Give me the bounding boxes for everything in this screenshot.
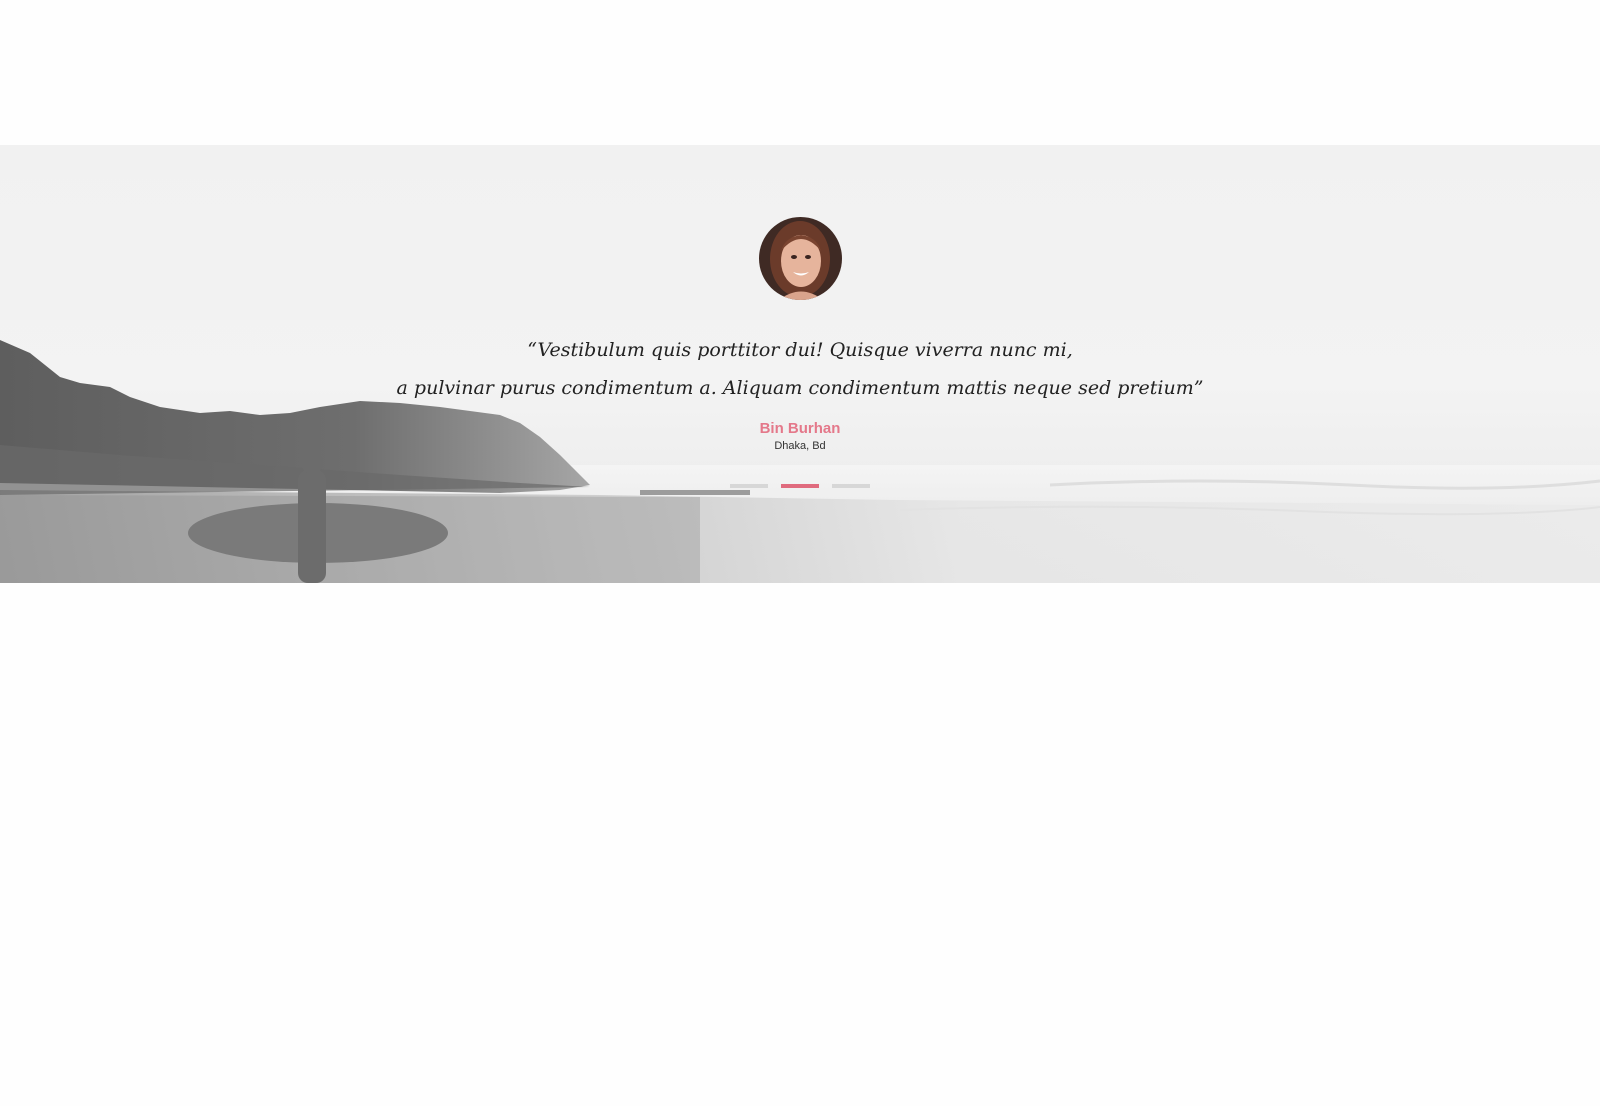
author-location: Dhaka, Bd — [774, 440, 826, 452]
slider-dot-2[interactable] — [781, 484, 819, 488]
testimonial-quote: “Vestibulum quis porttitor dui! Quisque … — [300, 331, 1300, 407]
avatar — [759, 217, 842, 300]
author-name: Bin Burhan — [759, 420, 841, 437]
quote-line-2: a pulvinar purus condimentum a. Aliquam … — [396, 377, 1204, 399]
testimonial-section: “Vestibulum quis porttitor dui! Quisque … — [0, 145, 1600, 583]
slider-pagination — [730, 484, 872, 490]
page: “Vestibulum quis porttitor dui! Quisque … — [0, 0, 1600, 1106]
slider-dot-3[interactable] — [832, 484, 870, 488]
quote-line-1: “Vestibulum quis porttitor dui! Quisque … — [527, 339, 1073, 361]
portrait-photo-icon — [759, 217, 842, 300]
testimonial-content: “Vestibulum quis porttitor dui! Quisque … — [0, 145, 1600, 583]
slider-dot-1[interactable] — [730, 484, 768, 488]
